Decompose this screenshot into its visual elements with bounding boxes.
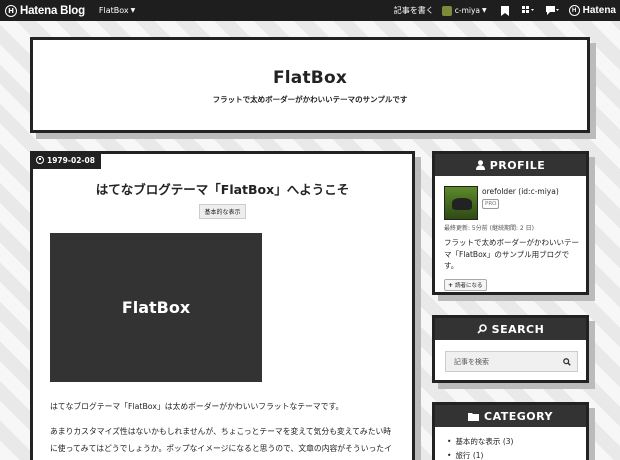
global-header-actions: 記事を書く c-miya ▼ H Hatena — [394, 0, 616, 21]
entry-category-tag[interactable]: 基本的な表示 — [199, 204, 246, 219]
entry-paragraph: はてなブログテーマ「FlatBox」は太めボーダーがかわいいフラットなテーマです… — [50, 402, 344, 411]
plus-icon: + — [448, 281, 454, 289]
search-box — [445, 351, 578, 372]
hatena-blog-logo-text: Hatena Blog — [20, 4, 85, 17]
blog-title[interactable]: FlatBox — [33, 68, 587, 88]
blog-selector[interactable]: FlatBox ▼ — [99, 6, 135, 15]
caret-down-icon: ▼ — [130, 7, 136, 14]
profile-name[interactable]: orefolder (id:c-miya) — [482, 186, 559, 197]
category-item[interactable]: 基本的な表示 (3) — [447, 435, 586, 449]
user-menu[interactable]: c-miya ▼ — [441, 5, 487, 16]
hatena-link[interactable]: H Hatena — [568, 5, 616, 16]
hatena-link-text: Hatena — [582, 5, 616, 16]
profile-description: フラットで太めボーダーがかわいいテーマ「FlatBox」のサンプル用ブログです。 — [444, 238, 579, 270]
blog-header: FlatBox フラットで太めボーダーがかわいいテーマのサンプルです — [30, 37, 590, 133]
profile-summary: orefolder (id:c-miya) PRO — [444, 186, 586, 220]
bookmark-icon[interactable] — [497, 0, 513, 21]
entry-thumbnail-text: FlatBox — [121, 298, 191, 317]
category-widget-title: CATEGORY — [484, 409, 553, 423]
search-widget: SEARCH — [432, 315, 589, 383]
profile-meta: 最終更新: 5分前 (継続期間: 2 日) — [444, 225, 534, 232]
category-widget: CATEGORY 基本的な表示 (3) 旅行 (1) — [432, 402, 589, 460]
entry-title[interactable]: はてなブログテーマ「FlatBox」へようこそ — [33, 179, 412, 198]
entry-thumbnail: FlatBox — [50, 233, 262, 382]
user-avatar — [441, 5, 452, 16]
search-widget-header: SEARCH — [435, 318, 586, 340]
entry-date: 1979-02-08 — [47, 155, 95, 165]
hatena-logo-icon: H — [5, 4, 17, 17]
hatena-logo-icon: H — [568, 5, 580, 16]
profile-widget-title: PROFILE — [489, 158, 546, 172]
profile-name-block: orefolder (id:c-miya) PRO — [482, 186, 559, 220]
global-header: H Hatena Blog FlatBox ▼ 記事を書く c-miya ▼ H… — [0, 0, 620, 21]
subscribe-button[interactable]: + 読者になる — [444, 279, 487, 291]
notification-icon[interactable] — [545, 0, 561, 21]
search-submit-icon[interactable] — [563, 357, 571, 366]
folder-icon — [468, 412, 480, 421]
search-input[interactable] — [454, 357, 554, 366]
entry-paragraph: あまりカスタマイズ性はないかもしれませんが、ちょこっとテーマを変えて気分も変えて… — [50, 427, 392, 453]
category-list: 基本的な表示 (3) 旅行 (1) — [447, 435, 586, 460]
user-name: c-miya — [454, 6, 481, 15]
user-icon — [475, 160, 485, 170]
entry-date-badge[interactable]: 1979-02-08 — [30, 151, 101, 169]
profile-avatar[interactable] — [444, 186, 478, 220]
blog-selector-label: FlatBox — [98, 6, 129, 15]
search-icon — [477, 324, 487, 334]
blog-description: フラットで太めボーダーがかわいいテーマのサンプルです — [212, 95, 408, 104]
write-entry-link[interactable]: 記事を書く — [394, 5, 434, 16]
entry-article: 1979-02-08 はてなブログテーマ「FlatBox」へようこそ 基本的な表… — [30, 151, 415, 460]
grid-menu-icon[interactable] — [521, 0, 537, 21]
clock-icon — [36, 156, 44, 164]
profile-widget: PROFILE orefolder (id:c-miya) PRO 最終更新: … — [432, 151, 589, 295]
hatena-blog-logo[interactable]: H Hatena Blog — [5, 4, 85, 17]
search-widget-title: SEARCH — [491, 322, 545, 336]
caret-down-icon: ▼ — [482, 7, 487, 14]
category-widget-header: CATEGORY — [435, 405, 586, 427]
pro-badge: PRO — [482, 199, 500, 209]
category-item[interactable]: 旅行 (1) — [447, 449, 586, 460]
profile-widget-header: PROFILE — [435, 154, 586, 176]
subscribe-button-label: 読者になる — [455, 283, 483, 289]
